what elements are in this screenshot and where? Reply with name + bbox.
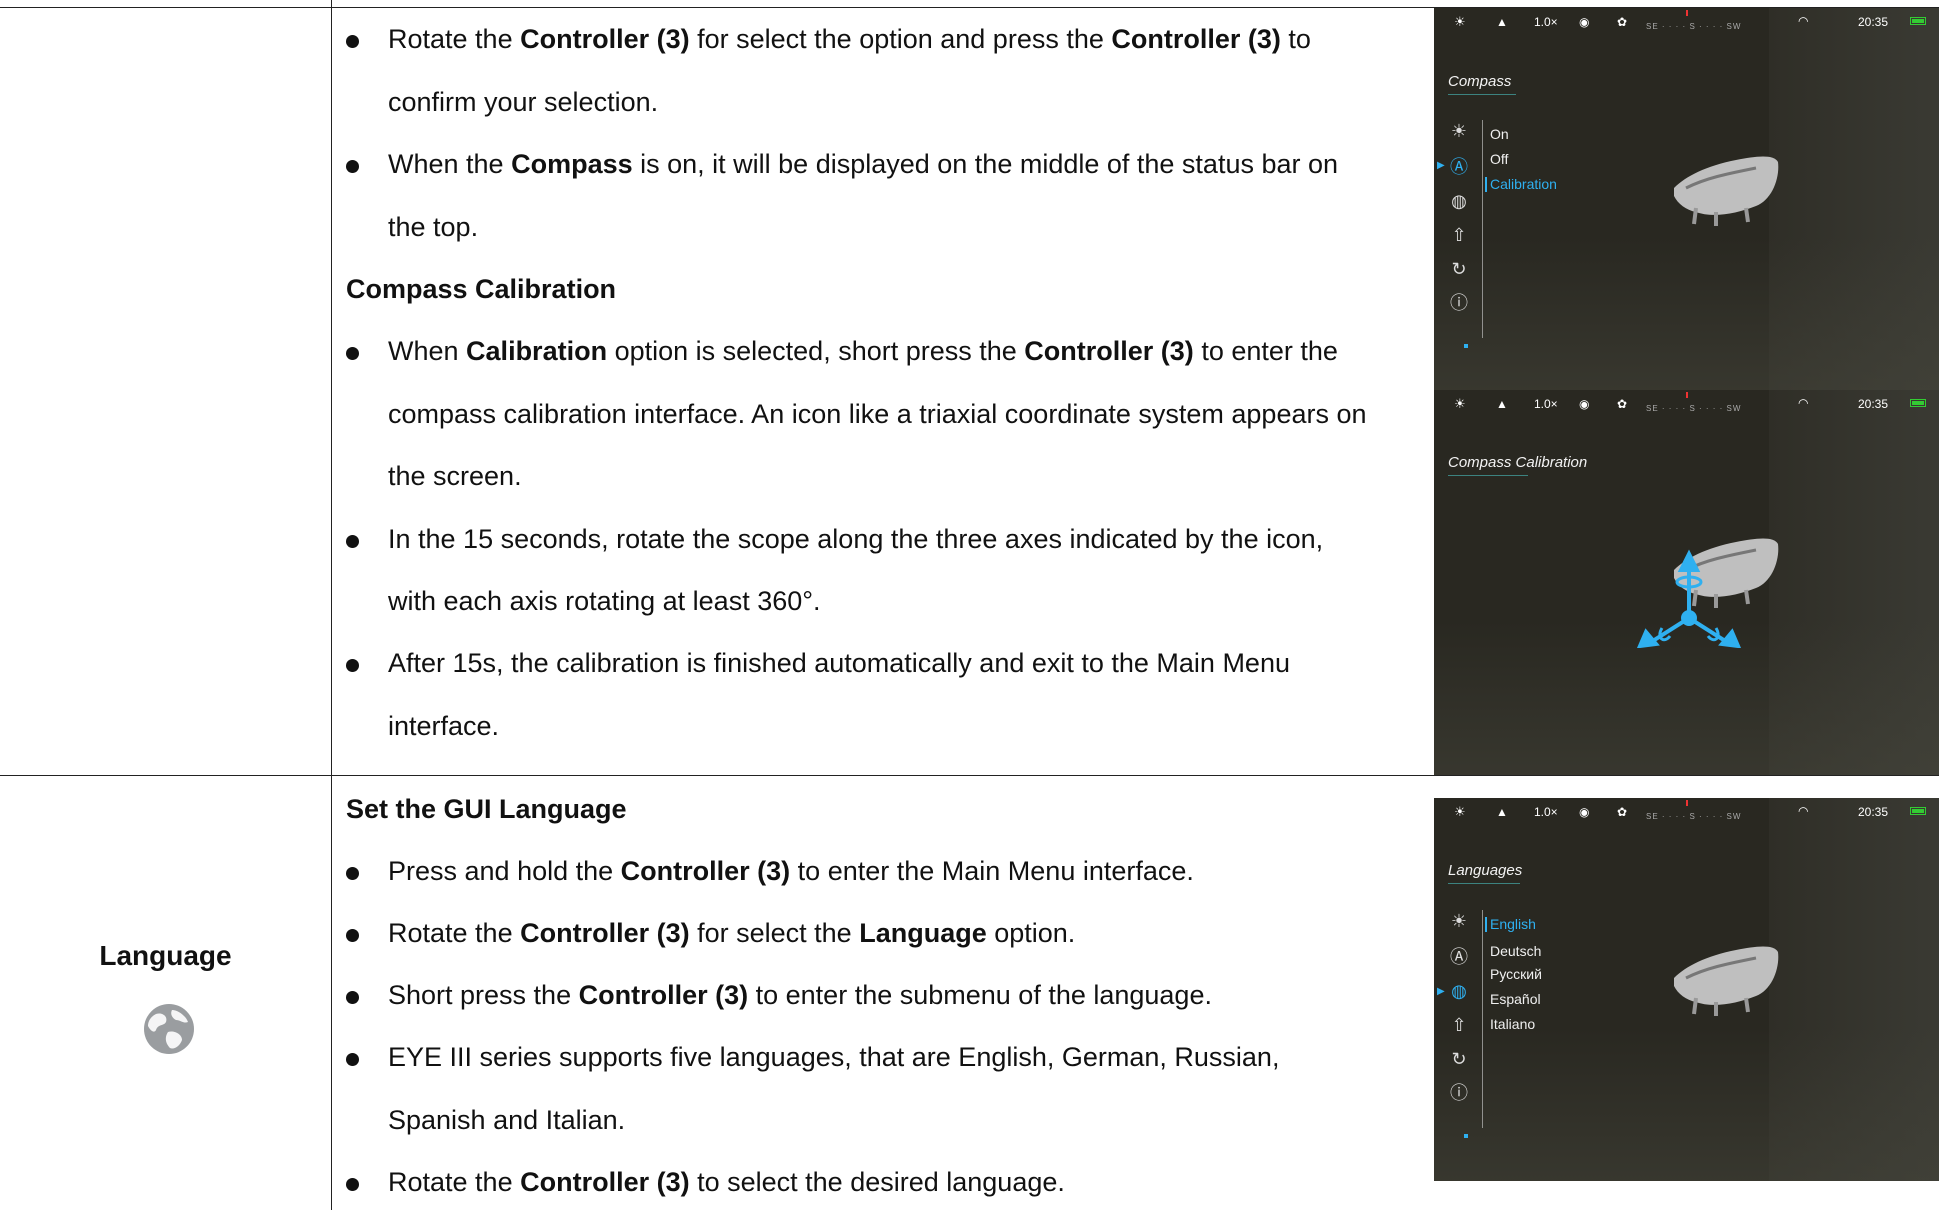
device-screen-languages: ☀ ▲ 1.0× ◉ ✿ SE · · · · S · · · · SW ◠ 2… [1434,798,1939,1181]
mode-icon: ▲ [1496,397,1508,411]
eye-icon: ◉ [1579,15,1590,29]
bullet-text: When Calibration option is selected, sho… [388,336,1338,366]
info-icon[interactable]: ⓘ [1448,1082,1470,1104]
compass-icon[interactable]: Ⓐ [1448,946,1470,968]
screen-title: Compass Calibration [1448,454,1588,471]
globe-icon[interactable]: ◍ [1448,980,1470,1002]
table-column-divider [331,0,332,1210]
screen-title: Compass [1448,73,1512,90]
eye-icon: ◉ [1579,397,1590,411]
gear-icon: ✿ [1617,15,1628,29]
compass-icon[interactable]: Ⓐ [1448,156,1470,178]
brightness-icon: ☀ [1454,14,1466,29]
wifi-icon: ◠ [1798,804,1809,818]
bullet-text: Press and hold the Controller (3) to ent… [388,856,1194,886]
brightness-icon: ☀ [1454,396,1466,411]
bullet-text: EYE III series supports five languages, … [388,1042,1280,1072]
thermal-boar-image [1674,156,1779,226]
zoom-readout: 1.0× [1534,397,1558,411]
wifi-icon: ◠ [1798,396,1809,410]
list-item-continuation: interface. [388,711,500,741]
screen-title: Languages [1448,862,1523,879]
language-option-selected[interactable]: English [1485,916,1536,932]
gear-icon: ✿ [1617,397,1628,411]
wifi-icon: ◠ [1798,14,1809,28]
battery-icon [1910,399,1926,407]
clock: 20:35 [1858,15,1889,29]
language-option[interactable]: Español [1490,991,1541,1007]
compass-needle [1686,392,1688,398]
list-item-continuation: with each axis rotating at least 360°. [388,586,821,616]
mode-icon: ▲ [1496,15,1508,29]
clock: 20:35 [1858,805,1889,819]
brightness-settings-icon[interactable]: ☀ [1448,120,1470,142]
menu-option[interactable]: Off [1490,151,1508,167]
list-item-continuation: compass calibration interface. An icon l… [388,399,1367,429]
table-row-divider [0,775,1939,776]
compass-needle [1686,10,1688,16]
triaxial-calibration-icon [1636,549,1742,648]
list-item-continuation: Spanish and Italian. [388,1105,626,1135]
bullet-text: Short press the Controller (3) to enter … [388,980,1212,1010]
thermal-boar-image [1674,946,1779,1016]
battery-icon [1910,17,1926,25]
device-screen-calibration: ☀ ▲ 1.0× ◉ ✿ SE · · · · S · · · · SW ◠ 2… [1434,390,1939,775]
compass-needle [1686,800,1688,806]
globe-icon [144,1004,194,1054]
bullet-text: In the 15 seconds, rotate the scope alon… [388,524,1324,554]
selection-pointer-icon: ▶ [1437,986,1445,997]
language-option[interactable]: Deutsch [1490,943,1541,959]
row-label-language: Language [99,940,232,971]
compass-scale: SE · · · · S · · · · SW [1646,812,1742,821]
mode-icon: ▲ [1496,805,1508,819]
cloud-upload-icon[interactable]: ⇧ [1448,1014,1470,1036]
section-heading: Compass Calibration [346,274,617,304]
bullet-text: Rotate the Controller (3) to select the … [388,1167,1065,1197]
brightness-icon: ☀ [1454,804,1466,819]
list-item-continuation: the top. [388,212,479,242]
section-heading: Set the GUI Language [346,794,627,824]
device-screen-compass: ☀ ▲ 1.0× ◉ ✿ SE · · · · S · · · · SW ◠ 2… [1434,8,1939,390]
cloud-upload-icon[interactable]: ⇧ [1448,224,1470,246]
reset-icon[interactable]: ↻ [1448,258,1470,280]
zoom-readout: 1.0× [1534,805,1558,819]
status-bar: ☀ ▲ 1.0× ◉ ✿ SE · · · · S · · · · SW ◠ 2… [1434,798,1939,826]
bullet-text: Rotate the Controller (3) for select the… [388,24,1311,54]
clock: 20:35 [1858,397,1889,411]
eye-icon: ◉ [1579,805,1590,819]
gear-icon: ✿ [1617,805,1628,819]
bullet-text: When the Compass is on, it will be displ… [388,149,1339,179]
status-bar: ☀ ▲ 1.0× ◉ ✿ SE · · · · S · · · · SW ◠ 2… [1434,390,1939,418]
brightness-settings-icon[interactable]: ☀ [1448,910,1470,932]
bullet-text: Rotate the Controller (3) for select the… [388,918,1076,948]
bullet-text: After 15s, the calibration is finished a… [388,648,1290,678]
info-icon[interactable]: ⓘ [1448,292,1470,314]
compass-scale: SE · · · · S · · · · SW [1646,404,1742,413]
compass-scale: SE · · · · S · · · · SW [1646,22,1742,31]
selection-pointer-icon: ▶ [1437,160,1445,171]
list-item-continuation: confirm your selection. [388,87,659,117]
language-option[interactable]: Русский [1490,966,1542,982]
list-item-continuation: the screen. [388,461,522,491]
menu-option-selected[interactable]: Calibration [1485,176,1557,192]
menu-option[interactable]: On [1490,126,1509,142]
reset-icon[interactable]: ↻ [1448,1048,1470,1070]
zoom-readout: 1.0× [1534,15,1558,29]
battery-icon [1910,807,1926,815]
language-option[interactable]: Italiano [1490,1016,1535,1032]
status-bar: ☀ ▲ 1.0× ◉ ✿ SE · · · · S · · · · SW ◠ 2… [1434,8,1939,36]
globe-icon[interactable]: ◍ [1448,190,1470,212]
